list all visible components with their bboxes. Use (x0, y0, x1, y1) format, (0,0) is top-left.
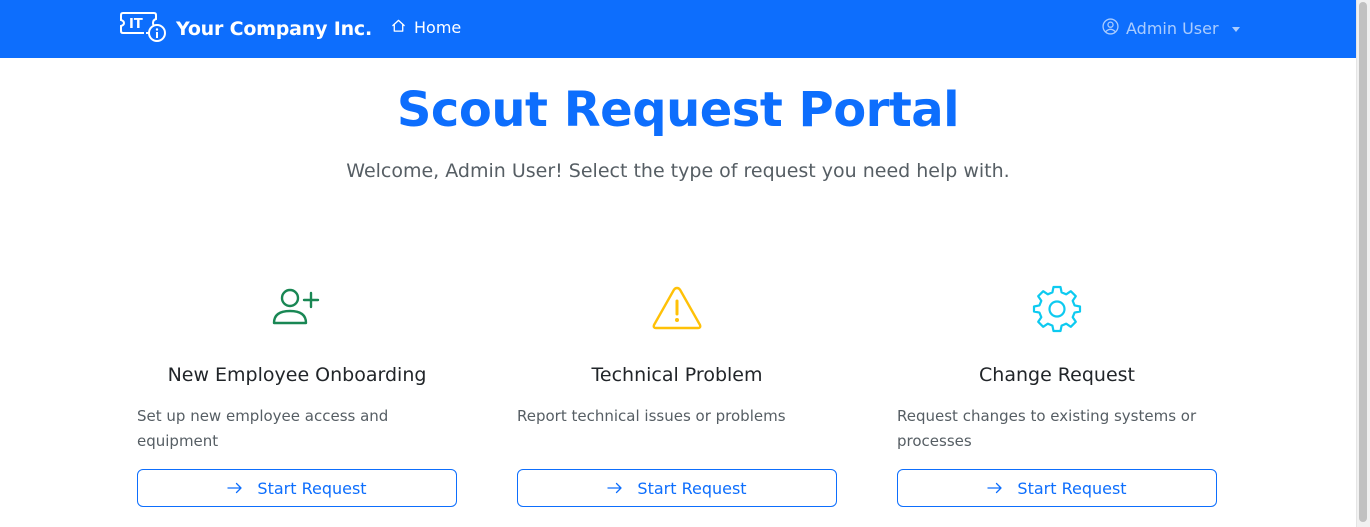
user-name-label: Admin User (1126, 19, 1219, 38)
warning-triangle-icon (517, 285, 837, 333)
card-description: Request changes to existing systems or p… (897, 407, 1197, 450)
page-title: Scout Request Portal (396, 82, 960, 138)
user-menu-dropdown[interactable]: Admin User (1102, 18, 1240, 39)
person-plus-icon (137, 285, 457, 333)
start-request-button[interactable]: Start Request (137, 469, 457, 507)
user-circle-icon (1102, 18, 1119, 39)
page-subtitle: Welcome, Admin User! Select the type of … (346, 160, 1010, 182)
start-request-label: Start Request (1017, 478, 1127, 498)
gear-icon (897, 285, 1217, 333)
start-request-button[interactable]: Start Request (897, 469, 1217, 507)
arrow-right-icon (227, 479, 243, 498)
card-title: New Employee Onboarding (167, 364, 427, 386)
card-title: Technical Problem (591, 364, 763, 386)
nav-home-link[interactable]: Home (391, 18, 461, 37)
card-description: Report technical issues or problems (517, 407, 786, 425)
it-logo-icon: IT (120, 11, 168, 47)
start-request-button[interactable]: Start Request (517, 469, 837, 507)
request-card-technical-problem: Technical Problem Report technical issue… (517, 280, 837, 520)
arrow-right-icon (607, 479, 623, 498)
nav-home-label: Home (414, 18, 462, 37)
request-card-change-request: Change Request Request changes to existi… (897, 280, 1217, 520)
request-card-onboarding: New Employee Onboarding Set up new emplo… (137, 280, 457, 520)
arrow-right-icon (987, 479, 1003, 498)
start-request-label: Start Request (637, 478, 747, 498)
brand-link[interactable]: IT Your Company Inc. (120, 11, 372, 47)
card-description: Set up new employee access and equipment (137, 407, 389, 450)
top-navbar: IT Your Company Inc. Home Admin User (0, 0, 1356, 58)
house-icon (391, 18, 406, 37)
chevron-down-icon (1231, 27, 1240, 32)
card-title: Change Request (979, 364, 1135, 386)
brand-name: Your Company Inc. (176, 18, 372, 40)
it-logo-text: IT (129, 17, 143, 32)
start-request-label: Start Request (257, 478, 367, 498)
scrollbar-thumb[interactable] (1359, 2, 1367, 522)
